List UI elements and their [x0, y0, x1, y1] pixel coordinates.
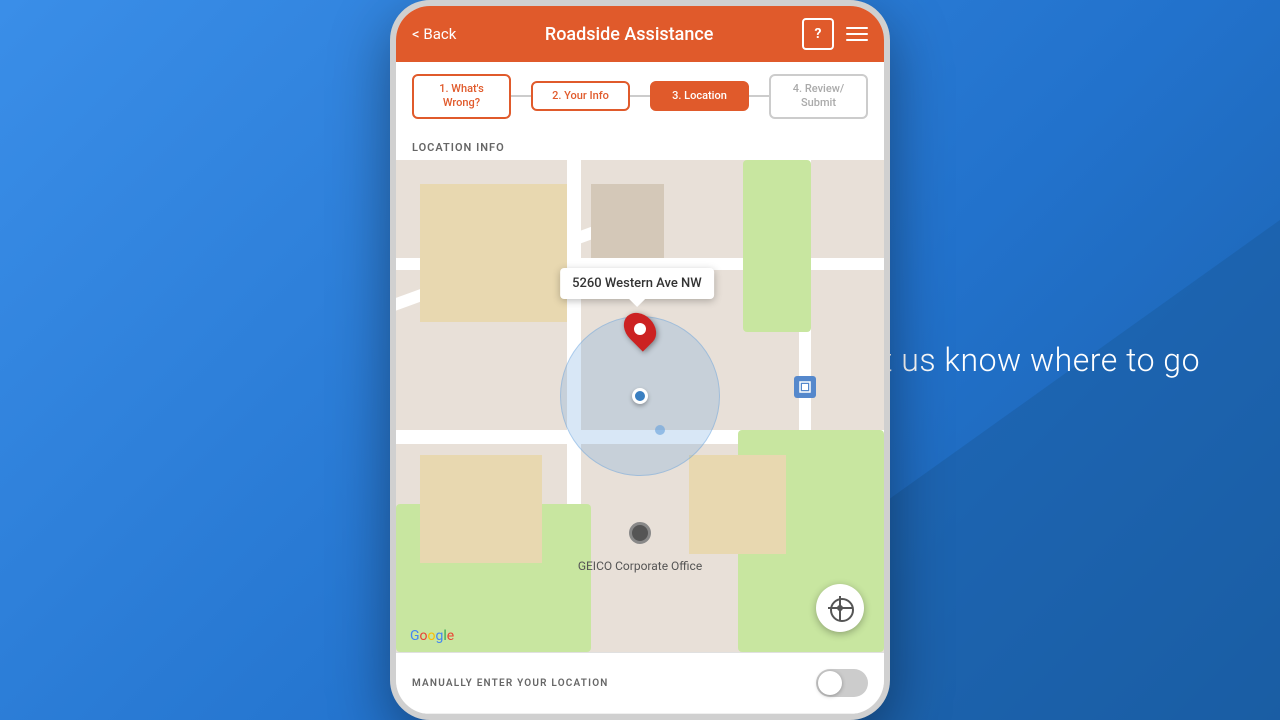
building-1 [420, 184, 566, 322]
back-button[interactable]: < Back [412, 25, 456, 43]
google-logo: Google [410, 628, 454, 644]
step-4-box: 4. Review/Submit [769, 74, 868, 119]
side-text: Let us know where to go [848, 341, 1200, 379]
building-2 [591, 184, 664, 258]
building-3 [420, 455, 542, 563]
step-3[interactable]: 3. Location [650, 81, 749, 111]
step-2-box[interactable]: 2. Your Info [531, 81, 630, 111]
header-title: Roadside Assistance [456, 24, 802, 45]
gps-dot [632, 388, 648, 404]
bottom-section: MANUALLY ENTER YOUR LOCATION [396, 652, 884, 714]
map-stop-icon [629, 522, 651, 544]
help-icon[interactable]: ? [802, 18, 834, 50]
phone-frame: < Back Roadside Assistance ? 1. What'sWr… [390, 0, 890, 720]
manual-location-row: MANUALLY ENTER YOUR LOCATION [396, 653, 884, 714]
step-2[interactable]: 2. Your Info [531, 81, 630, 111]
location-pin [626, 311, 654, 347]
building-4 [689, 455, 787, 553]
address-callout: 5260 Western Ave NW [560, 268, 714, 299]
map-container[interactable]: 5260 Western Ave NW GEICO Corporate Offi… [396, 160, 884, 652]
step-arrow-1 [511, 95, 531, 97]
gps-dot-secondary [655, 425, 665, 435]
header-icons: ? [802, 18, 868, 50]
phone-wrapper: Let us know where to go < Back Roadside … [0, 0, 1280, 720]
target-icon [828, 596, 852, 620]
step-arrow-2 [630, 95, 650, 97]
back-label: < Back [412, 25, 456, 43]
step-1[interactable]: 1. What'sWrong? [412, 74, 511, 119]
step-3-box[interactable]: 3. Location [650, 81, 749, 111]
map-square-icon [794, 376, 816, 398]
manual-location-toggle[interactable] [816, 669, 868, 697]
place-label: GEICO Corporate Office [578, 559, 702, 573]
app-header: < Back Roadside Assistance ? [396, 6, 884, 62]
green-area-2 [743, 160, 811, 332]
steps-bar: 1. What'sWrong? 2. Your Info 3. Location… [396, 62, 884, 131]
manual-location-label: MANUALLY ENTER YOUR LOCATION [412, 678, 609, 689]
step-arrow-3 [749, 95, 769, 97]
section-label: LOCATION INFO [396, 131, 884, 160]
gps-button[interactable] [816, 584, 864, 632]
step-1-box[interactable]: 1. What'sWrong? [412, 74, 511, 119]
menu-icon[interactable] [846, 27, 868, 41]
step-4: 4. Review/Submit [769, 74, 868, 119]
address-text: 5260 Western Ave NW [572, 276, 702, 291]
